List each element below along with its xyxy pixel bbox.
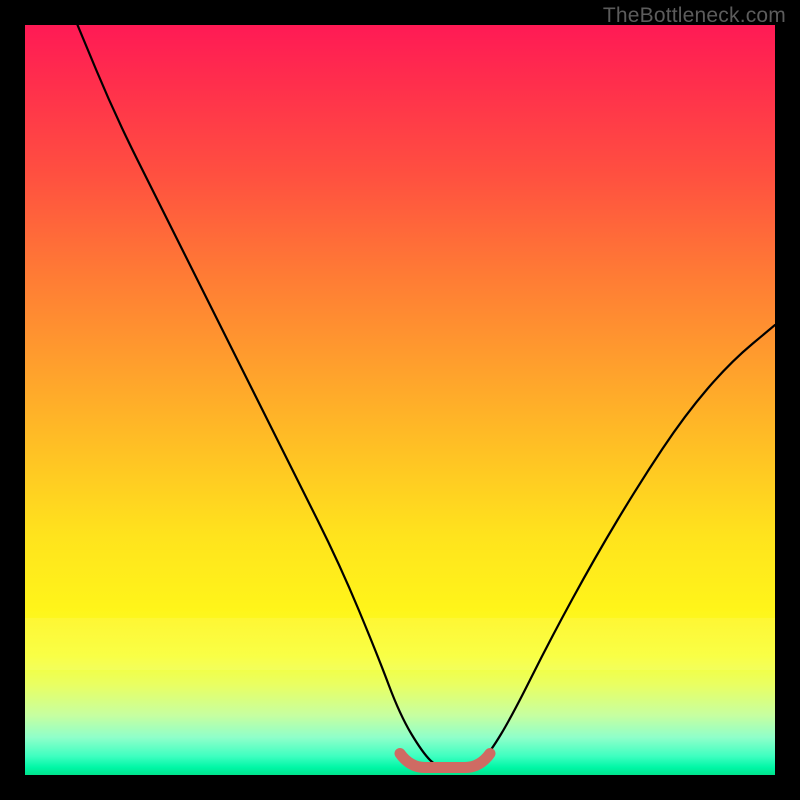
chart-stage: TheBottleneck.com bbox=[0, 0, 800, 800]
curve-overlay bbox=[25, 25, 775, 775]
plot-area bbox=[25, 25, 775, 775]
optimal-range-marker bbox=[400, 754, 490, 768]
bottleneck-curve bbox=[78, 25, 776, 768]
watermark-text: TheBottleneck.com bbox=[603, 4, 786, 28]
